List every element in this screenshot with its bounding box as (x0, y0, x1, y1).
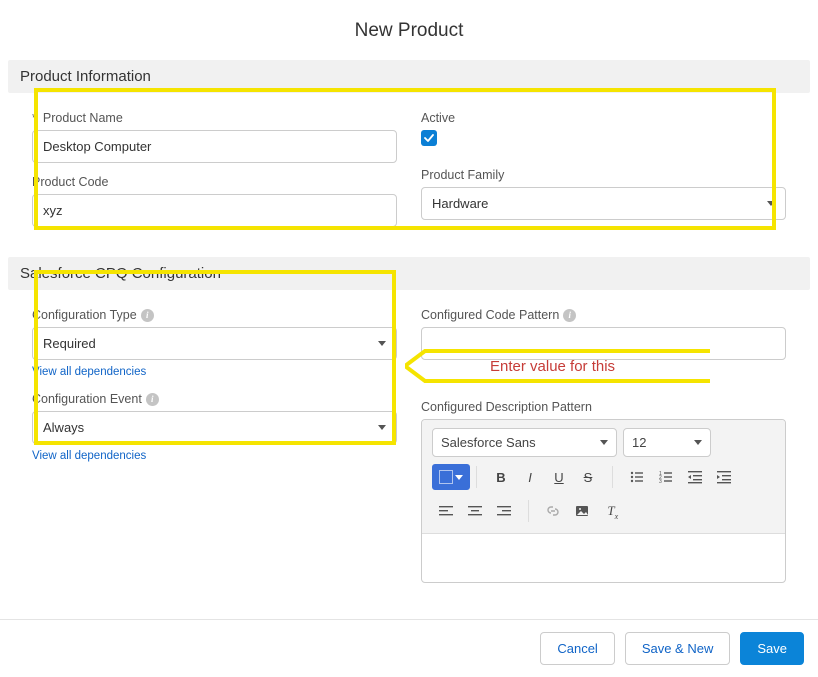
rte-image-button[interactable] (568, 497, 596, 525)
save-button[interactable]: Save (740, 632, 804, 665)
info-icon[interactable]: i (141, 309, 154, 322)
rte-strike-button[interactable]: S (574, 463, 602, 491)
config-type-select[interactable]: Required (32, 327, 397, 360)
chevron-down-icon (600, 440, 608, 445)
product-name-label: *Product Name (32, 111, 397, 125)
align-right-icon (497, 504, 511, 518)
rte-indent-button[interactable] (710, 463, 738, 491)
chevron-down-icon (694, 440, 702, 445)
product-code-input[interactable] (32, 194, 397, 227)
rte-color-button[interactable] (432, 464, 470, 490)
number-list-icon: 123 (659, 470, 673, 484)
check-icon (424, 133, 434, 143)
modal-title: New Product (0, 0, 818, 60)
section-product-info-header: Product Information (8, 60, 810, 93)
link-icon (546, 504, 560, 518)
align-left-icon (439, 504, 453, 518)
product-family-label: Product Family (421, 168, 786, 182)
image-icon (575, 504, 589, 518)
rte-link-button[interactable] (539, 497, 567, 525)
view-deps-link[interactable]: View all dependencies (32, 366, 397, 378)
rte-body[interactable] (422, 534, 785, 582)
rte-italic-button[interactable]: I (516, 463, 544, 491)
rte-align-left-button[interactable] (432, 497, 460, 525)
indent-icon (717, 470, 731, 484)
product-family-select[interactable]: Hardware (421, 187, 786, 220)
code-pattern-input[interactable] (421, 327, 786, 360)
config-event-select[interactable]: Always (32, 411, 397, 444)
chevron-down-icon (378, 341, 386, 346)
config-type-label: Configuration Type i (32, 308, 397, 322)
section-cpq-header: Salesforce CPQ Configuration (8, 257, 810, 290)
rte-clear-format-button[interactable]: Tx (597, 497, 625, 525)
rte-outdent-button[interactable] (681, 463, 709, 491)
rte-bold-button[interactable]: B (487, 463, 515, 491)
rte-number-list-button[interactable]: 123 (652, 463, 680, 491)
view-deps-link[interactable]: View all dependencies (32, 450, 397, 462)
active-label: Active (421, 111, 786, 125)
info-icon[interactable]: i (146, 393, 159, 406)
code-pattern-label: Configured Code Pattern i (421, 308, 786, 322)
config-event-label: Configuration Event i (32, 392, 397, 406)
chevron-down-icon (767, 201, 775, 206)
rich-text-editor: Salesforce Sans 12 (421, 419, 786, 583)
chevron-down-icon (455, 475, 463, 480)
align-center-icon (468, 504, 482, 518)
rte-align-right-button[interactable] (490, 497, 518, 525)
outdent-icon (688, 470, 702, 484)
rte-align-center-button[interactable] (461, 497, 489, 525)
info-icon[interactable]: i (563, 309, 576, 322)
rte-size-select[interactable]: 12 (623, 428, 711, 457)
rte-font-select[interactable]: Salesforce Sans (432, 428, 617, 457)
active-checkbox[interactable] (421, 130, 437, 146)
rte-underline-button[interactable]: U (545, 463, 573, 491)
chevron-down-icon (378, 425, 386, 430)
rte-bullet-list-button[interactable] (623, 463, 651, 491)
cancel-button[interactable]: Cancel (540, 632, 614, 665)
product-name-input[interactable] (32, 130, 397, 163)
bullet-list-icon (630, 470, 644, 484)
product-code-label: Product Code (32, 175, 397, 189)
desc-pattern-label: Configured Description Pattern (421, 400, 786, 414)
svg-text:3: 3 (659, 479, 662, 484)
save-new-button[interactable]: Save & New (625, 632, 731, 665)
